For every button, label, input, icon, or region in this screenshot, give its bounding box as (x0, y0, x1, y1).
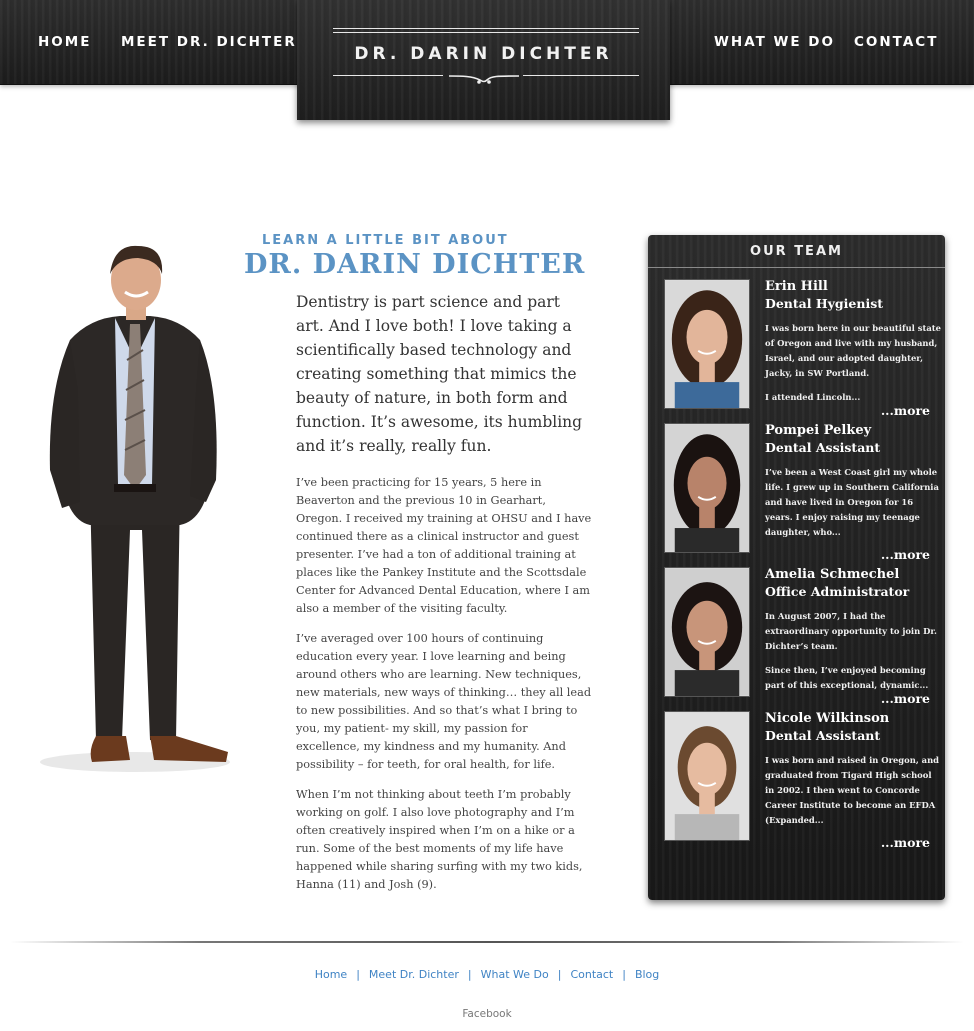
doctor-portrait-photo (40, 245, 230, 772)
team-member-bio-paragraph: I was born and raised in Oregon, and gra… (765, 755, 940, 825)
team-member-name: Erin Hill (765, 279, 828, 294)
team-heading-rule (648, 267, 945, 268)
team-member-amelia-schmechel: Amelia Schmechel Office Administrator In… (648, 567, 945, 711)
intro-paragraph: I’ve averaged over 100 hours of continui… (296, 632, 592, 771)
team-member-bio-paragraph: I was born here in our beautiful state o… (765, 323, 941, 378)
team-member-nicole-wilkinson: Nicole Wilkinson Dental Assistant I was … (648, 711, 945, 855)
team-member-pompei-pelkey: Pompei Pelkey Dental Assistant I’ve been… (648, 423, 945, 567)
team-member-photo (664, 567, 750, 697)
team-member-photo (664, 279, 750, 409)
footer-link-contact[interactable]: Contact (561, 968, 622, 981)
page-title: DR. DARIN DICHTER (244, 249, 586, 280)
logo-top-rule-inner (333, 32, 639, 33)
logo-bottom-rule-right (523, 75, 639, 76)
footer-facebook-link[interactable]: Facebook (0, 1008, 974, 1020)
team-member-bio: I was born here in our beautiful state o… (765, 321, 941, 414)
footer-navigation: Home | Meet Dr. Dichter | What We Do | Contact… (0, 968, 974, 981)
intro-paragraph: When I’m not thinking about teeth I’m pr… (296, 788, 583, 891)
team-heading: OUR TEAM (750, 244, 843, 259)
logo-bottom-rule-left (333, 75, 443, 76)
nav-link-home[interactable]: HOME (38, 34, 91, 50)
team-member-photo (664, 423, 750, 553)
more-link[interactable]: ...more (881, 835, 930, 850)
team-member-bio-paragraph: Since then, I’ve enjoyed becoming part o… (765, 665, 929, 690)
team-member-name: Amelia Schmechel (765, 567, 900, 582)
footer-link-blog[interactable]: Blog (626, 968, 668, 981)
more-link[interactable]: ...more (881, 691, 930, 706)
team-member-name: Nicole Wilkinson (765, 711, 890, 726)
team-member-role: Dental Hygienist (765, 296, 884, 311)
team-member-erin-hill: Erin Hill Dental Hygienist I was born he… (648, 279, 945, 423)
team-member-bio: I’ve been a West Coast girl my whole lif… (765, 465, 941, 549)
logo-top-rule (333, 28, 639, 29)
nav-link-meet-dr-dichter[interactable]: MEET DR. DICHTER (121, 34, 297, 50)
site-logo[interactable]: DR. DARIN DICHTER (297, 0, 670, 120)
team-member-role: Office Administrator (765, 584, 910, 599)
footer-link-meet-dr-dichter[interactable]: Meet Dr. Dichter (360, 968, 468, 981)
logo-text: DR. DARIN DICHTER (354, 44, 613, 64)
team-member-photo (664, 711, 750, 841)
team-member-role: Dental Assistant (765, 440, 881, 455)
more-link[interactable]: ...more (881, 403, 930, 418)
team-member-bio: I was born and raised in Oregon, and gra… (765, 753, 941, 837)
footer-link-home[interactable]: Home (306, 968, 356, 981)
intro-paragraph: I’ve been practicing for 15 years, 5 her… (296, 476, 592, 615)
intro-lead-paragraph: Dentistry is part science and part art. … (296, 293, 583, 455)
flourish-ornament-icon (448, 75, 520, 84)
team-member-role: Dental Assistant (765, 728, 881, 743)
our-team-panel: OUR TEAM Erin Hill Dental Hygienist I wa… (648, 235, 945, 900)
more-link[interactable]: ...more (881, 547, 930, 562)
nav-link-contact[interactable]: CONTACT (854, 34, 938, 50)
footer-divider (10, 941, 964, 943)
footer-link-what-we-do[interactable]: What We Do (472, 968, 558, 981)
intro-body-copy: I’ve been practicing for 15 years, 5 her… (296, 474, 592, 906)
nav-link-what-we-do[interactable]: WHAT WE DO (714, 34, 835, 50)
team-member-name: Pompei Pelkey (765, 423, 872, 438)
team-member-bio: In August 2007, I had the extraordinary … (765, 609, 941, 702)
team-member-bio-paragraph: I’ve been a West Coast girl my whole lif… (765, 467, 939, 537)
team-member-bio-paragraph: In August 2007, I had the extraordinary … (765, 611, 937, 651)
intro-eyebrow: LEARN A LITTLE BIT ABOUT (262, 233, 509, 248)
